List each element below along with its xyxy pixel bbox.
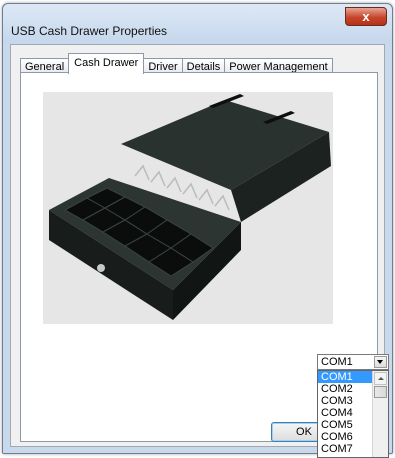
option-com1[interactable]: COM1 xyxy=(318,371,374,383)
cash-drawer-image xyxy=(43,92,333,324)
option-com6[interactable]: COM6 xyxy=(318,431,374,443)
tab-cash-drawer[interactable]: Cash Drawer xyxy=(68,53,145,74)
dropdown-scrollbar[interactable] xyxy=(372,371,388,457)
option-com5[interactable]: COM5 xyxy=(318,419,374,431)
tab-strip: General Cash Drawer Driver Details Power Man… xyxy=(20,53,333,74)
chevron-down-icon[interactable] xyxy=(374,356,387,368)
window-title: USB Cash Drawer Properties xyxy=(11,24,168,38)
close-button[interactable]: x xyxy=(345,7,387,26)
option-com3[interactable]: COM3 xyxy=(318,395,374,407)
scroll-up-icon[interactable] xyxy=(374,372,387,385)
dialog-body: General Cash Drawer Driver Details Power Man… xyxy=(10,44,389,458)
com-port-value: COM1 xyxy=(321,356,353,368)
properties-window: USB Cash Drawer Properties x General Cash… xyxy=(2,3,393,458)
title-bar[interactable]: USB Cash Drawer Properties x xyxy=(3,4,392,44)
close-icon: x xyxy=(362,9,370,24)
tab-panel: COM1 COM1 COM2 COM3 COM4 COM5 COM6 COM7 xyxy=(20,72,389,458)
option-com7[interactable]: COM7 xyxy=(318,443,374,455)
com-port-select[interactable]: COM1 xyxy=(317,354,389,370)
com-port-dropdown-list: COM1 COM2 COM3 COM4 COM5 COM6 COM7 xyxy=(317,370,389,458)
option-com4[interactable]: COM4 xyxy=(318,407,374,419)
option-com2[interactable]: COM2 xyxy=(318,383,374,395)
scroll-thumb[interactable] xyxy=(374,386,387,398)
